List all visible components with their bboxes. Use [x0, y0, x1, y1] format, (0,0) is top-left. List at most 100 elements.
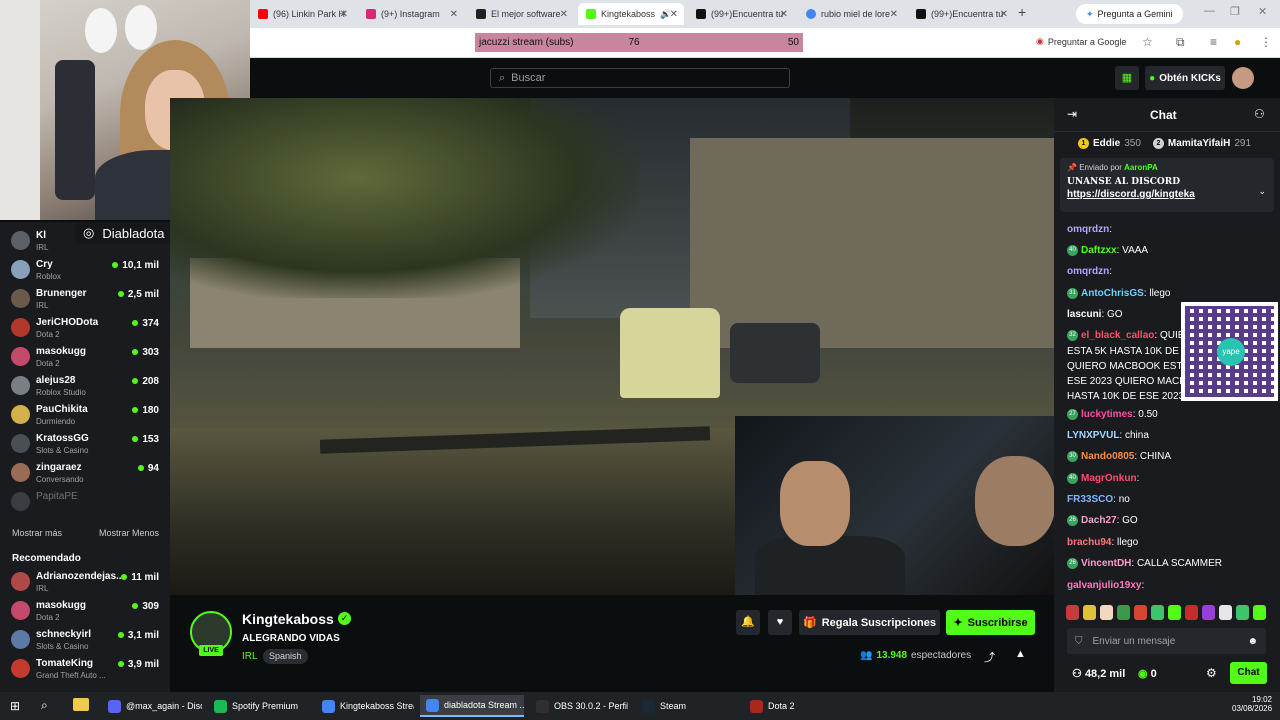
sidebar-channel[interactable]: PauChikita Durmiendo 180: [0, 400, 170, 429]
maximize-icon[interactable]: ❐: [1230, 5, 1240, 18]
file-explorer-icon[interactable]: [73, 698, 89, 711]
extensions-icon[interactable]: ⧉: [1176, 35, 1185, 50]
emote-icon[interactable]: [1117, 605, 1130, 620]
sidebar-channel[interactable]: alejus28 Roblox Studio 208: [0, 371, 170, 400]
kicks-balance[interactable]: ⚇ 48,2 mil: [1072, 667, 1125, 680]
chat-username[interactable]: Daftzxx: [1081, 245, 1117, 256]
ask-google-button[interactable]: ◉ Preguntar a Google: [1036, 36, 1126, 47]
close-tab-icon[interactable]: ✕: [1000, 9, 1008, 20]
chevron-down-icon[interactable]: ⌄: [1258, 186, 1266, 197]
taskbar-app[interactable]: @max_again - Disc...: [102, 695, 202, 717]
search-input[interactable]: ⌕ Buscar: [490, 68, 790, 88]
close-tab-icon[interactable]: ✕: [340, 9, 348, 20]
chat-username[interactable]: luckytimes: [1081, 409, 1133, 420]
new-tab-button[interactable]: +: [1018, 4, 1026, 20]
emote-strip[interactable]: [1066, 605, 1266, 621]
close-tab-icon[interactable]: ✕: [450, 9, 458, 20]
gear-icon[interactable]: ⚙: [1206, 666, 1217, 680]
show-less-button[interactable]: Mostrar Menos: [99, 528, 159, 538]
browser-tab-active[interactable]: Kingtekaboss 🔊 ✕: [578, 3, 684, 25]
chat-message-input[interactable]: ⛉ Enviar un mensaje ☻: [1067, 628, 1266, 654]
chat-username[interactable]: MagrOnkun: [1081, 473, 1137, 484]
chat-username[interactable]: omqrdzn: [1067, 224, 1109, 235]
sidebar-channel[interactable]: Cry Roblox 10,1 mil: [0, 255, 170, 284]
emote-icon[interactable]: [1134, 605, 1147, 620]
emote-icon[interactable]: [1219, 605, 1232, 620]
bookmark-star-icon[interactable]: ☆: [1142, 35, 1153, 49]
chat-username[interactable]: el_black_callao: [1081, 330, 1154, 341]
taskbar-app[interactable]: Kingtekaboss Strea...: [316, 695, 414, 717]
emote-icon[interactable]: [1185, 605, 1198, 620]
close-tab-icon[interactable]: ✕: [670, 9, 678, 20]
recommended-channel[interactable]: Adrianozendejas... IRL 11 mil: [0, 567, 170, 596]
emote-icon[interactable]: [1202, 605, 1215, 620]
browser-tab[interactable]: El mejor software ✕: [468, 3, 574, 25]
subscribe-button[interactable]: ✦ Suscribirse: [946, 610, 1035, 635]
discord-link[interactable]: https://discord.gg/kingteka: [1067, 189, 1267, 200]
gift-subs-button[interactable]: 🎁 Regala Suscripciones: [799, 610, 940, 635]
gifter-name[interactable]: MamitaYifaiH: [1168, 138, 1230, 149]
windows-start-icon[interactable]: ⊞: [10, 699, 20, 713]
sidebar-channel[interactable]: zingaraez Conversando 94: [0, 458, 170, 487]
recommended-channel[interactable]: TomateKing Grand Theft Auto ... 3,9 mil: [0, 654, 170, 683]
notification-bell-icon[interactable]: 🔔: [736, 610, 760, 635]
user-avatar[interactable]: [1232, 67, 1254, 89]
chat-username[interactable]: AntoChrisGS: [1081, 288, 1144, 299]
sidebar-channel[interactable]: JeriCHODota Dota 2 374: [0, 313, 170, 342]
chat-username[interactable]: Dach27: [1081, 515, 1117, 526]
channel-points[interactable]: ◉ 0: [1138, 667, 1157, 680]
share-icon[interactable]: ⤴: [984, 649, 995, 665]
close-tab-icon[interactable]: ✕: [560, 9, 568, 20]
report-icon[interactable]: ▲: [1015, 648, 1026, 660]
media-icon[interactable]: ≡: [1210, 35, 1217, 49]
close-tab-icon[interactable]: ✕: [890, 9, 898, 20]
taskbar-app[interactable]: Steam: [636, 695, 732, 717]
taskbar-app[interactable]: OBS 30.0.2 - Perfil: ...: [530, 695, 628, 717]
get-kicks-button[interactable]: ● Obtén KICKs: [1145, 66, 1225, 90]
close-tab-icon[interactable]: ✕: [780, 9, 788, 20]
collapse-chat-icon[interactable]: ⇥: [1067, 107, 1077, 121]
stream-category[interactable]: IRL: [242, 651, 258, 662]
emote-icon[interactable]: [1168, 605, 1181, 620]
menu-kebab-icon[interactable]: ⋮: [1260, 35, 1272, 49]
follow-heart-icon[interactable]: ♥: [768, 610, 792, 635]
gifter-name[interactable]: Eddie: [1093, 138, 1120, 149]
taskbar-app[interactable]: Dota 2: [744, 695, 804, 717]
recommended-channel[interactable]: schneckyirl Slots & Casino 3,1 mil: [0, 625, 170, 654]
emote-icon[interactable]: [1083, 605, 1096, 620]
language-tag[interactable]: Spanish: [263, 649, 308, 664]
emote-icon[interactable]: [1236, 605, 1249, 620]
sidebar-channel[interactable]: PapitaPE: [0, 487, 170, 516]
browser-tab[interactable]: (99+)Encuentra tu ✕: [908, 3, 1014, 25]
chat-username[interactable]: VincentDH: [1081, 558, 1131, 569]
emote-icon[interactable]: [1100, 605, 1113, 620]
emote-icon[interactable]: [1066, 605, 1079, 620]
show-more-button[interactable]: Mostrar más: [12, 528, 62, 538]
chat-users-icon[interactable]: ⚇: [1254, 107, 1265, 121]
chat-username[interactable]: FR33SCO: [1067, 494, 1113, 505]
chat-username[interactable]: LYNXPVUL: [1067, 430, 1119, 441]
chat-username[interactable]: lascuni: [1067, 309, 1101, 320]
emote-icon[interactable]: [1253, 605, 1266, 620]
search-icon[interactable]: ⌕: [41, 698, 48, 713]
chat-username[interactable]: Nando0805: [1081, 451, 1134, 462]
kick-store-icon[interactable]: ▦: [1115, 66, 1139, 90]
taskbar-app[interactable]: diabladota Stream ...: [420, 695, 524, 717]
emoji-picker-icon[interactable]: ☻: [1247, 636, 1258, 647]
pinned-by-user[interactable]: AaronPA: [1124, 163, 1158, 172]
streamer-name[interactable]: Kingtekaboss: [242, 611, 334, 627]
chat-username[interactable]: brachu94: [1067, 537, 1111, 548]
browser-tab[interactable]: rubio miel de lore ✕: [798, 3, 904, 25]
recommended-channel[interactable]: masokugg Dota 2 309: [0, 596, 170, 625]
chat-username[interactable]: galvanjulio19xy: [1067, 580, 1141, 591]
profile-extension-icon[interactable]: ●: [1234, 35, 1241, 49]
minimize-icon[interactable]: —: [1204, 5, 1215, 17]
browser-tab[interactable]: (96) Linkin Park H ✕: [250, 3, 354, 25]
sidebar-channel[interactable]: Brunenger IRL 2,5 mil: [0, 284, 170, 313]
sidebar-channel[interactable]: KratossGG Slots & Casino 153: [0, 429, 170, 458]
sidebar-channel[interactable]: masokugg Dota 2 303: [0, 342, 170, 371]
emote-icon[interactable]: [1151, 605, 1164, 620]
chat-username[interactable]: omqrdzn: [1067, 266, 1109, 277]
taskbar-app[interactable]: Spotify Premium: [208, 695, 308, 717]
send-chat-button[interactable]: Chat: [1230, 662, 1267, 684]
